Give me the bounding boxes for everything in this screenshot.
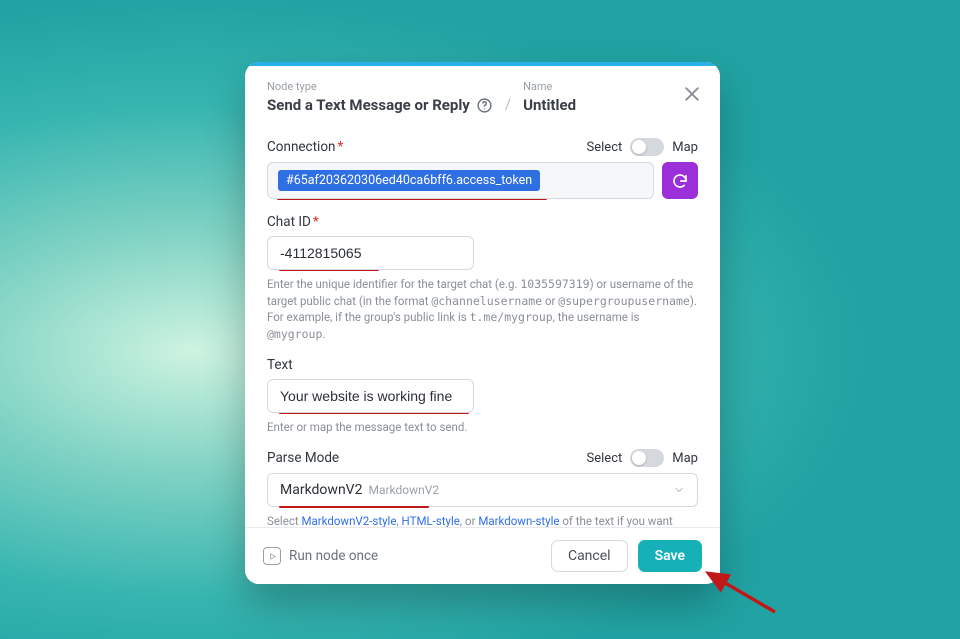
save-button[interactable]: Save (638, 540, 702, 572)
run-once-label: Run node once (289, 548, 378, 564)
link-markdown-style[interactable]: Markdown-style (478, 514, 559, 527)
refresh-button[interactable] (662, 162, 698, 199)
chevron-down-icon (673, 484, 685, 496)
parse-mode-subvalue: MarkdownV2 (368, 483, 439, 497)
modal-footer: Run node once Cancel Save (245, 527, 720, 584)
header-separator: / (493, 95, 523, 114)
chat-id-input[interactable] (267, 236, 474, 270)
parse-mode-helper: Select MarkdownV2-style, HTML-style, or … (267, 513, 698, 527)
chat-id-helper: Enter the unique identifier for the targ… (267, 276, 698, 343)
modal-header: Node type Send a Text Message or Reply /… (245, 66, 720, 124)
map-label: Map (672, 140, 698, 155)
select-label: Select (587, 451, 623, 466)
connection-chip[interactable]: #65af203620306ed40ca6bff6.access_token (278, 170, 540, 191)
connection-mode-switch: Select Map (587, 138, 698, 156)
parse-mode-select[interactable]: MarkdownV2 MarkdownV2 (267, 473, 698, 507)
cancel-button[interactable]: Cancel (551, 540, 628, 572)
text-input[interactable] (267, 379, 474, 413)
connection-input[interactable]: #65af203620306ed40ca6bff6.access_token (267, 162, 654, 199)
link-html-style[interactable]: HTML-style (402, 514, 460, 527)
name-label: Name (523, 80, 576, 94)
field-text: Text Enter or map the message text to se… (267, 357, 698, 436)
parse-mode-toggle[interactable] (630, 449, 664, 467)
field-chat-id: Chat ID* Enter the unique identifier for… (267, 214, 698, 343)
required-mark: * (337, 139, 343, 155)
close-icon[interactable] (682, 84, 702, 104)
node-config-modal: Node type Send a Text Message or Reply /… (245, 62, 720, 584)
node-type-label: Node type (267, 80, 493, 94)
scroll-area[interactable]: Connection* Select Map #65af203620306ed4… (245, 124, 720, 527)
parse-mode-value: MarkdownV2 (280, 482, 362, 498)
chat-id-label: Chat ID (267, 214, 311, 230)
connection-label: Connection (267, 139, 335, 155)
play-icon (263, 547, 281, 565)
annotation-underline (279, 506, 429, 508)
node-type-value: Send a Text Message or Reply (267, 96, 470, 114)
name-value[interactable]: Untitled (523, 96, 576, 114)
field-parse-mode: Parse Mode Select Map MarkdownV2 Markdow… (267, 449, 698, 527)
map-label: Map (672, 451, 698, 466)
parse-mode-switch: Select Map (587, 449, 698, 467)
modal-body: Connection* Select Map #65af203620306ed4… (245, 124, 720, 527)
required-mark: * (313, 214, 319, 230)
text-label: Text (267, 357, 293, 373)
text-helper: Enter or map the message text to send. (267, 419, 698, 436)
select-label: Select (587, 140, 623, 155)
link-markdownv2-style[interactable]: MarkdownV2-style (301, 514, 396, 527)
connection-mode-toggle[interactable] (630, 138, 664, 156)
parse-mode-label: Parse Mode (267, 450, 339, 466)
help-icon[interactable] (476, 97, 493, 114)
run-node-once[interactable]: Run node once (263, 547, 378, 565)
field-connection: Connection* Select Map #65af203620306ed4… (267, 138, 698, 200)
